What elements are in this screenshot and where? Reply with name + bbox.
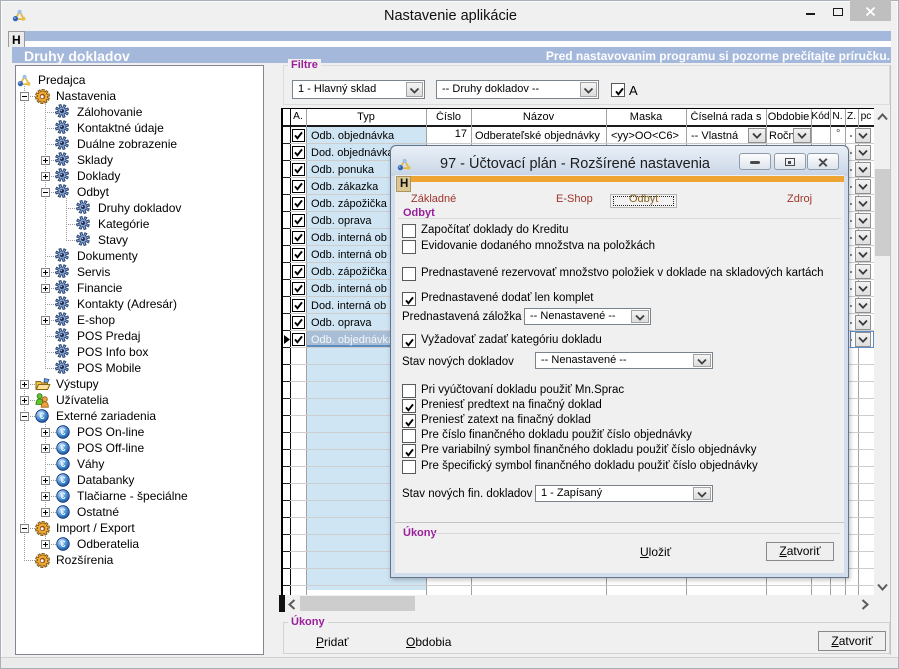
svg-text:€: € [60,443,65,453]
svg-text:€: € [60,491,65,501]
svg-text:€: € [39,411,44,421]
svg-text:€: € [60,427,65,437]
svg-text:€: € [60,475,65,485]
svg-text:€: € [60,507,65,517]
svg-text:€: € [60,459,65,469]
svg-text:€: € [60,539,65,549]
